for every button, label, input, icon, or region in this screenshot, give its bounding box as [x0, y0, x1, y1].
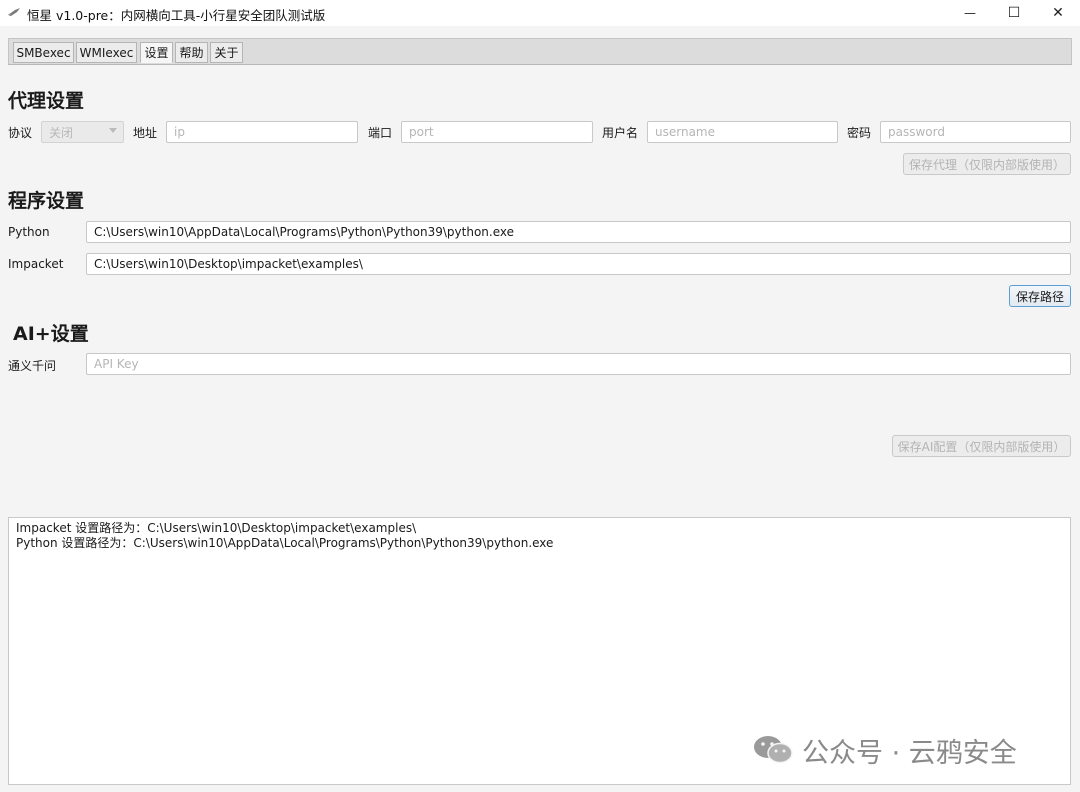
tab-about[interactable]: 关于: [210, 42, 243, 63]
python-path-input[interactable]: [86, 221, 1071, 243]
qwen-label: 通义千问: [8, 359, 57, 373]
save-ai-config-button[interactable]: 保存AI配置（仅限内部版使用）: [892, 435, 1071, 457]
watermark-text: 公众号 · 云鸦安全: [802, 737, 1017, 769]
tab-smbexec[interactable]: SMBexec: [13, 42, 74, 63]
chevron-down-icon: [109, 128, 117, 133]
window-title: 恒星 v1.0-pre：内网横向工具-小行星安全团队测试版: [27, 8, 326, 23]
minimize-button[interactable]: —: [947, 0, 993, 26]
username-label: 用户名: [602, 126, 639, 140]
tab-help[interactable]: 帮助: [175, 42, 208, 63]
python-label: Python: [8, 225, 50, 239]
protocol-value: 关闭: [49, 125, 74, 140]
password-label: 密码: [847, 126, 872, 140]
maximize-icon: ☐: [1007, 5, 1021, 21]
port-input[interactable]: [401, 121, 593, 143]
address-input[interactable]: [166, 121, 358, 143]
protocol-label: 协议: [8, 126, 33, 140]
log-line: Impacket 设置路径为：C:\Users\win10\Desktop\im…: [16, 521, 417, 535]
save-path-button[interactable]: 保存路径: [1009, 285, 1071, 307]
username-input[interactable]: [647, 121, 838, 143]
log-line: Python 设置路径为：C:\Users\win10\AppData\Loca…: [16, 536, 554, 550]
ai-settings-heading: AI+设置: [13, 323, 89, 345]
minimize-icon: —: [964, 6, 976, 20]
impacket-path-input[interactable]: [86, 253, 1071, 275]
maximize-button[interactable]: ☐: [991, 0, 1037, 26]
app-icon: [8, 8, 20, 16]
address-label: 地址: [133, 126, 158, 140]
tab-wmiexec[interactable]: WMIexec: [76, 42, 137, 63]
program-settings-heading: 程序设置: [8, 190, 85, 212]
proxy-settings-heading: 代理设置: [8, 90, 85, 112]
protocol-select[interactable]: 关闭: [41, 121, 124, 143]
api-key-input[interactable]: [86, 353, 1071, 375]
wechat-icon: [754, 736, 793, 764]
impacket-label: Impacket: [8, 257, 64, 271]
close-button[interactable]: ✕: [1035, 0, 1080, 26]
watermark: 公众号 · 云鸦安全: [752, 730, 1017, 770]
port-label: 端口: [368, 126, 393, 140]
password-input[interactable]: [880, 121, 1071, 143]
close-icon: ✕: [1052, 5, 1064, 21]
tab-settings[interactable]: 设置: [140, 42, 173, 63]
save-proxy-button[interactable]: 保存代理（仅限内部版使用）: [903, 153, 1071, 175]
